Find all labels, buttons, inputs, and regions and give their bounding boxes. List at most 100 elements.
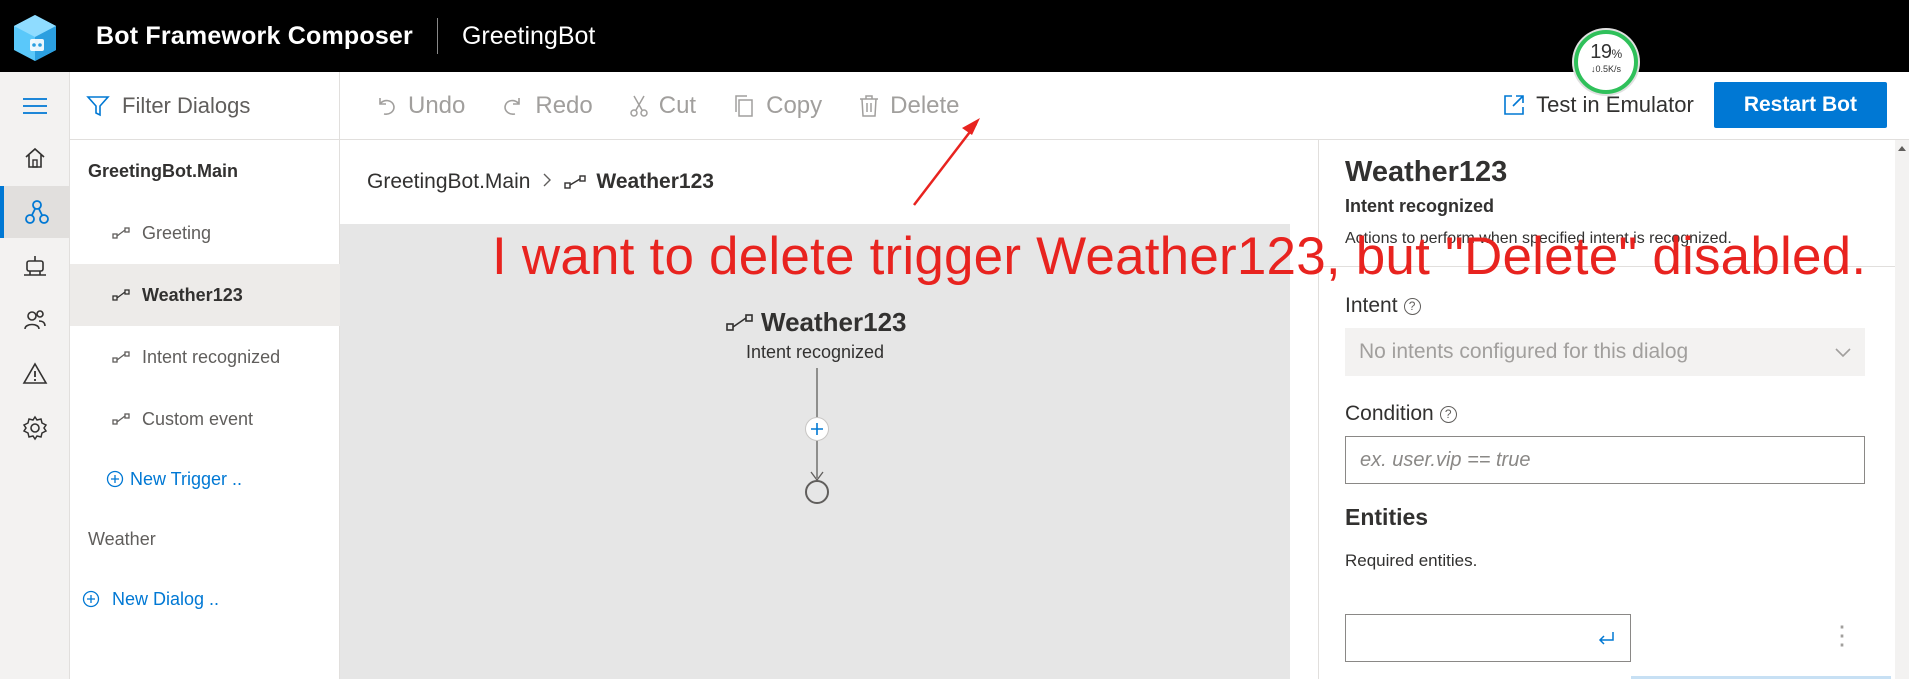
help-icon[interactable]: ?	[1403, 297, 1421, 315]
copy-icon	[735, 94, 753, 117]
add-action-button[interactable]	[805, 417, 829, 441]
nav-user-input[interactable]	[0, 294, 70, 346]
trigger-icon	[564, 175, 587, 189]
restart-bot-button[interactable]: Restart Bot	[1713, 82, 1887, 128]
tree-trigger-custom-event[interactable]: Custom event	[70, 388, 340, 450]
tree-dialog-weather[interactable]: Weather	[70, 508, 340, 570]
delete-label: Delete	[890, 91, 960, 119]
redo-icon	[504, 97, 521, 115]
bot-name: GreetingBot	[461, 21, 596, 50]
new-dialog-label: New Dialog ..	[112, 588, 220, 609]
app-title: Bot Framework Composer	[96, 21, 413, 50]
undo-icon	[379, 97, 395, 115]
condition-label: Condition ?	[1345, 402, 1457, 426]
breadcrumb: GreetingBot.Main Weather123	[340, 140, 1318, 224]
new-trigger-link[interactable]: New Trigger ..	[70, 448, 340, 510]
filter-icon	[86, 95, 110, 116]
nav-settings[interactable]	[0, 402, 70, 454]
breadcrumb-parent[interactable]: GreetingBot.Main	[367, 170, 530, 194]
undo-button[interactable]: Undo	[374, 92, 465, 120]
tree-trigger-intent-recognized[interactable]: Intent recognized	[70, 326, 340, 388]
intent-label-text: Intent	[1345, 294, 1398, 317]
filter-dialogs-placeholder: Filter Dialogs	[122, 92, 251, 118]
test-in-emulator-label: Test in Emulator	[1536, 92, 1694, 117]
trigger-icon	[112, 351, 130, 363]
test-in-emulator-button[interactable]: Test in Emulator	[1502, 92, 1694, 118]
tree-item-label: Weather123	[142, 284, 243, 305]
intent-label: Intent ?	[1345, 294, 1421, 318]
speed-rate: ↓0.5K/s	[1590, 64, 1621, 74]
tree-item-label: GreetingBot.Main	[88, 160, 239, 181]
speed-percent-unit: %	[1611, 47, 1623, 61]
editor-toolbar: Undo Redo Cut Copy Delete Test in Emulat…	[340, 72, 1909, 140]
scissors-icon	[630, 95, 648, 117]
delete-button[interactable]: Delete	[858, 91, 960, 120]
tree-item-label: Greeting	[142, 222, 212, 243]
intent-dropdown-value: No intents configured for this dialog	[1359, 340, 1689, 363]
cut-label: Cut	[658, 91, 697, 119]
open-external-icon	[1504, 95, 1524, 115]
home-icon	[25, 147, 45, 168]
tree-dialog-greetingbot-main[interactable]: GreetingBot.Main	[70, 140, 340, 202]
bot-icon	[24, 256, 46, 276]
plus-icon	[811, 423, 823, 435]
help-icon[interactable]: ?	[1439, 405, 1457, 423]
intent-dropdown[interactable]: No intents configured for this dialog	[1345, 328, 1865, 376]
filter-dialogs-field[interactable]: Filter Dialogs	[70, 72, 339, 140]
title-divider	[436, 18, 438, 54]
entity-input[interactable]	[1345, 614, 1631, 662]
tree-trigger-weather123[interactable]: Weather123	[70, 264, 340, 326]
scroll-up-icon	[1898, 146, 1906, 151]
panel-scrollbar[interactable]	[1895, 140, 1909, 679]
more-options-icon[interactable]: ⋮	[1829, 622, 1855, 648]
dialog-tree-icon	[25, 200, 49, 224]
nav-bot-responses[interactable]	[0, 240, 70, 292]
trigger-icon	[112, 289, 130, 301]
condition-label-text: Condition	[1345, 402, 1434, 425]
trigger-icon	[112, 413, 130, 425]
nav-home[interactable]	[0, 132, 70, 184]
tree-item-label: Custom event	[142, 408, 254, 429]
speed-percent-value: 19	[1590, 41, 1612, 63]
copy-button[interactable]: Copy	[732, 92, 822, 120]
condition-input[interactable]: ex. user.vip == true	[1345, 436, 1865, 484]
end-of-flow-node	[806, 480, 830, 504]
menu-toggle-button[interactable]	[0, 80, 70, 132]
speed-percent: 19%	[1578, 41, 1634, 64]
tree-item-label: Weather	[88, 528, 156, 549]
users-icon	[24, 310, 46, 330]
trash-icon	[860, 94, 879, 117]
network-speed-widget[interactable]: 19% ↓0.5K/s	[1574, 30, 1638, 94]
dialog-tree-panel: Filter Dialogs GreetingBot.Main Greeting…	[70, 72, 340, 679]
redo-button[interactable]: Redo	[501, 91, 593, 120]
panel-title: Weather123	[1345, 156, 1508, 188]
copy-label: Copy	[766, 91, 823, 119]
tree-item-label: Intent recognized	[142, 346, 281, 367]
panel-subtitle: Intent recognized	[1345, 196, 1495, 216]
plus-circle-icon	[106, 470, 124, 488]
cut-button[interactable]: Cut	[629, 92, 696, 120]
gear-icon	[22, 415, 48, 441]
chevron-right-icon	[542, 170, 552, 194]
composer-logo-icon	[12, 13, 58, 61]
flow-connector	[805, 368, 829, 504]
entities-description: Required entities.	[1345, 551, 1478, 570]
property-editor-panel: Weather123 Intent recognized Actions to …	[1318, 140, 1909, 679]
nav-rail	[0, 72, 70, 679]
redo-label: Redo	[535, 91, 593, 119]
tree-trigger-greeting[interactable]: Greeting	[70, 202, 340, 264]
chevron-down-icon	[1835, 348, 1851, 358]
entities-heading: Entities	[1345, 504, 1429, 530]
warning-icon	[22, 362, 48, 384]
toolbar-right-group: Test in Emulator Restart Bot	[1502, 82, 1887, 128]
condition-placeholder: ex. user.vip == true	[1360, 448, 1531, 471]
nav-diagnostics[interactable]	[0, 348, 70, 400]
nav-design[interactable]	[0, 186, 70, 238]
undo-label: Undo	[408, 91, 466, 119]
new-dialog-link[interactable]: New Dialog ..	[70, 568, 340, 630]
visual-editor-canvas[interactable]: Weather123 Intent recognized	[340, 224, 1290, 679]
breadcrumb-current: Weather123	[596, 170, 714, 193]
new-trigger-label: New Trigger ..	[130, 468, 243, 489]
plus-circle-icon	[82, 590, 100, 608]
enter-icon	[1598, 632, 1614, 645]
